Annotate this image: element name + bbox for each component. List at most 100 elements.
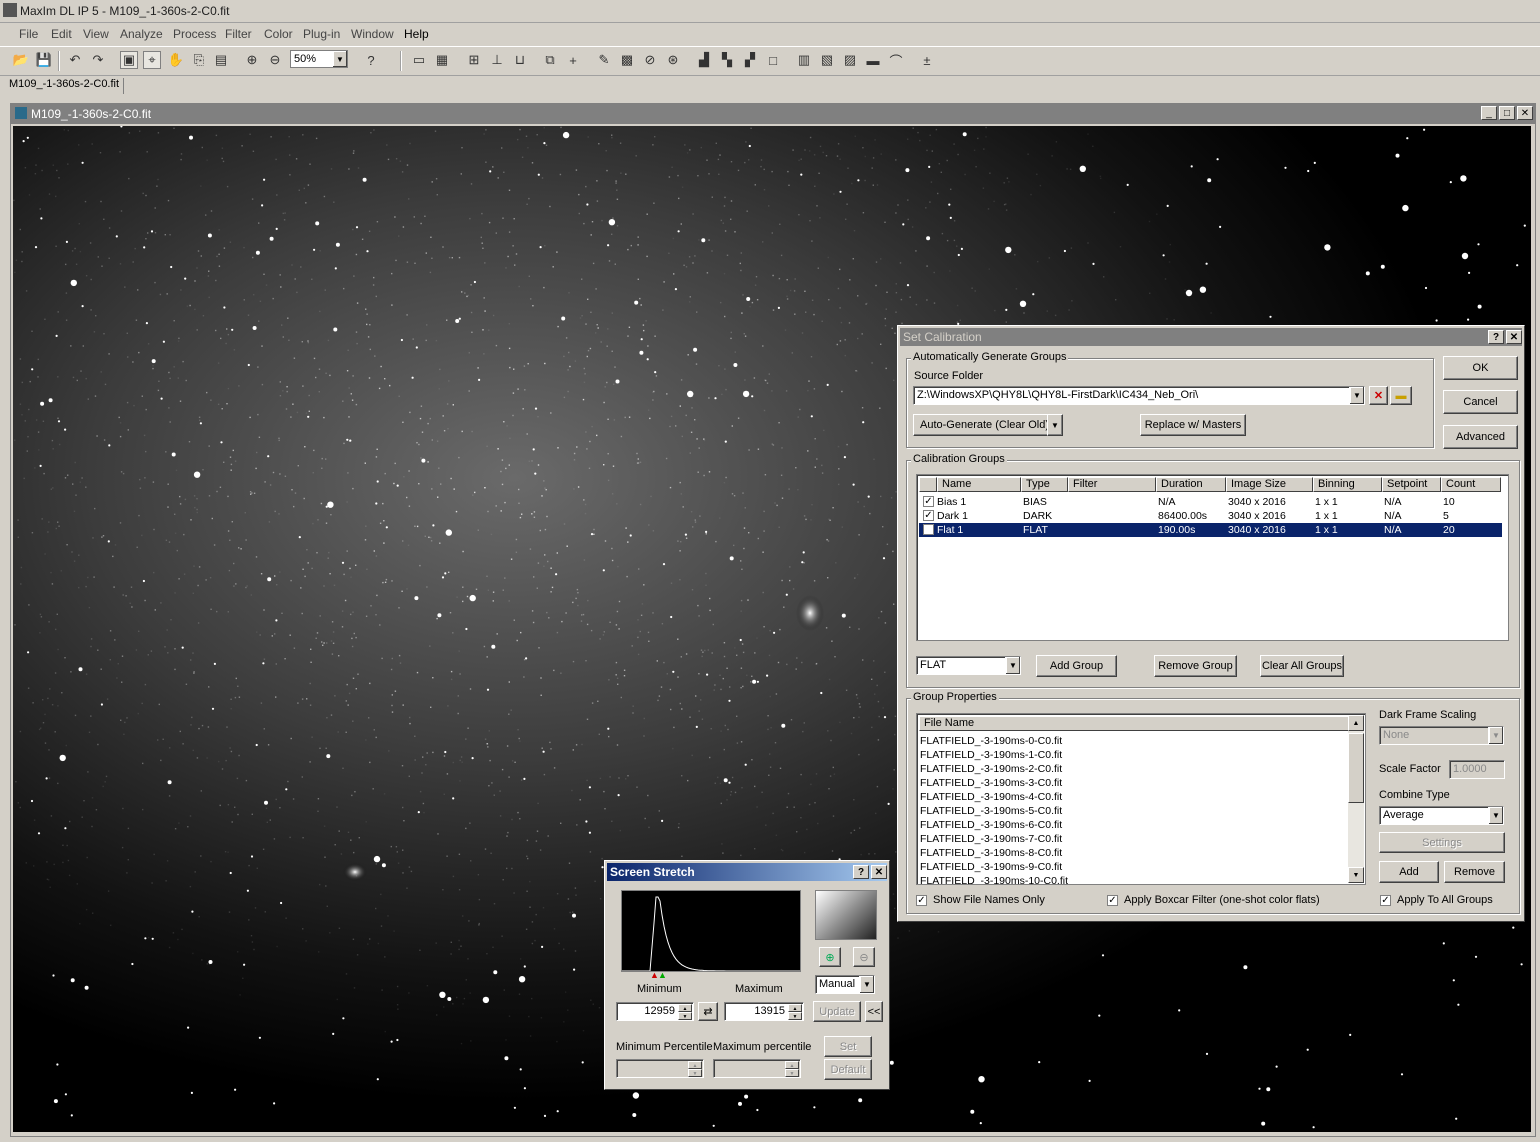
copy-icon[interactable]: ⧉ xyxy=(541,51,559,69)
view-image-icon[interactable]: ▣ xyxy=(120,51,138,69)
add-group-button[interactable]: Add Group xyxy=(1036,655,1117,677)
menu-file[interactable]: File xyxy=(19,27,38,41)
menu-process[interactable]: Process xyxy=(173,27,216,41)
max-percentile-spinner[interactable]: ▲ ▼ xyxy=(785,1061,799,1077)
cancel-button[interactable]: Cancel xyxy=(1443,390,1518,414)
dark-scaling-select[interactable]: None ▼ xyxy=(1379,726,1504,745)
file-list[interactable]: File Name FLATFIELD_-3-190ms-0-C0.fit FLA… xyxy=(916,713,1366,885)
maximize-icon[interactable]: □ xyxy=(1499,106,1515,120)
column-header-setpoint[interactable]: Setpoint xyxy=(1382,477,1441,492)
chevron-down-icon[interactable]: ▼ xyxy=(332,51,347,67)
filter-circle-icon[interactable]: ⊘ xyxy=(641,51,659,69)
chevron-down-icon[interactable]: ▼ xyxy=(1047,414,1063,436)
document-tab[interactable]: M109_-1-360s-2-C0.fit xyxy=(5,78,125,94)
resize-icon[interactable]: ▚ xyxy=(718,51,736,69)
combine-icon[interactable]: ⊔ xyxy=(511,51,529,69)
boxcar-checkbox[interactable]: ✓ xyxy=(1107,895,1118,906)
column-header-check[interactable] xyxy=(919,477,937,492)
scroll-down-icon[interactable]: ▼ xyxy=(1348,867,1364,883)
bin-icon[interactable]: ▞ xyxy=(741,51,759,69)
group-enabled-checkbox[interactable]: ✓ xyxy=(923,496,934,507)
zoom-in-icon[interactable]: ⊕ xyxy=(819,947,841,967)
clear-all-groups-button[interactable]: Clear All Groups xyxy=(1260,655,1344,677)
file-list-item[interactable]: FLATFIELD_-3-190ms-6-C0.fit xyxy=(919,818,1345,832)
max-marker-icon[interactable]: ▲ xyxy=(658,970,667,980)
group-enabled-checkbox[interactable]: ✓ xyxy=(923,524,934,535)
menu-view[interactable]: View xyxy=(83,27,109,41)
calibration-group-row[interactable]: ✓ Bias 1 BIAS N/A 3040 x 2016 1 x 1 N/A 10 xyxy=(919,495,1502,509)
browse-folder-icon[interactable]: ▬ xyxy=(1390,386,1412,405)
default-button[interactable]: Default xyxy=(824,1059,872,1080)
minimize-icon[interactable]: _ xyxy=(1481,106,1497,120)
advanced-button[interactable]: Advanced xyxy=(1443,425,1518,449)
crosshair-icon[interactable]: + xyxy=(564,51,582,69)
column-header-binning[interactable]: Binning xyxy=(1313,477,1382,492)
calibrate-icon[interactable]: ⊞ xyxy=(465,51,483,69)
update-button[interactable]: Update xyxy=(813,1001,861,1022)
chevron-down-icon[interactable]: ▼ xyxy=(1005,657,1020,674)
swap-icon[interactable]: ⇄ xyxy=(698,1002,718,1021)
file-list-item[interactable]: FLATFIELD_-3-190ms-1-C0.fit xyxy=(919,748,1345,762)
maximum-input[interactable]: 13915 ▲ ▼ xyxy=(724,1002,804,1021)
minimum-input[interactable]: 12959 ▲ ▼ xyxy=(616,1002,694,1021)
file-list-item[interactable]: FLATFIELD_-3-190ms-5-C0.fit xyxy=(919,804,1345,818)
close-icon[interactable]: ✕ xyxy=(1506,330,1522,344)
group-type-select[interactable]: FLAT ▼ xyxy=(916,656,1021,675)
column-header-duration[interactable]: Duration xyxy=(1156,477,1226,492)
file-list-item[interactable]: FLATFIELD_-3-190ms-10-C0.fit xyxy=(919,874,1345,884)
auto-generate-button[interactable]: Auto-Generate (Clear Old) xyxy=(913,414,1063,436)
calibration-group-row[interactable]: ✓ Flat 1 FLAT 190.00s 3040 x 2016 1 x 1 N/A 20 xyxy=(919,523,1502,537)
source-folder-combo[interactable]: Z:\WindowsXP\QHY8L\QHY8L-FirstDark\IC434… xyxy=(913,386,1365,405)
file-list-item[interactable]: FLATFIELD_-3-190ms-3-C0.fit xyxy=(919,776,1345,790)
menu-help[interactable]: Help xyxy=(404,27,429,41)
combine-type-select[interactable]: Average ▼ xyxy=(1379,806,1504,825)
menu-plugin[interactable]: Plug-in xyxy=(303,27,340,41)
column-header-type[interactable]: Type xyxy=(1021,477,1068,492)
compare-icon[interactable]: ▧ xyxy=(818,51,836,69)
column-header-filter[interactable]: Filter xyxy=(1068,477,1156,492)
file-list-item[interactable]: FLATFIELD_-3-190ms-9-C0.fit xyxy=(919,860,1345,874)
column-header-count[interactable]: Count xyxy=(1441,477,1501,492)
file-list-item[interactable]: FLATFIELD_-3-190ms-7-C0.fit xyxy=(919,832,1345,846)
select-icon[interactable]: ⌖ xyxy=(143,51,161,69)
file-list-item[interactable]: FLATFIELD_-3-190ms-2-C0.fit xyxy=(919,762,1345,776)
crop-icon[interactable]: ⎘ xyxy=(190,51,208,69)
file-list-item[interactable]: FLATFIELD_-3-190ms-8-C0.fit xyxy=(919,846,1345,860)
min-percentile-input[interactable]: ▲ ▼ xyxy=(616,1059,704,1078)
pan-hand-icon[interactable]: ✋ xyxy=(167,51,185,69)
chevron-down-icon[interactable]: ▼ xyxy=(1349,387,1364,404)
histogram[interactable] xyxy=(621,890,801,972)
replace-masters-button[interactable]: Replace w/ Masters xyxy=(1140,414,1246,436)
undo-icon[interactable]: ↶ xyxy=(66,51,84,69)
collapse-button[interactable]: << xyxy=(865,1001,883,1022)
chevron-down-icon[interactable]: ▼ xyxy=(1488,807,1503,824)
layout-icon[interactable]: ▥ xyxy=(795,51,813,69)
set-button[interactable]: Set xyxy=(824,1036,872,1057)
histogram-icon[interactable]: ▟ xyxy=(695,51,713,69)
info-icon[interactable]: ▤ xyxy=(212,51,230,69)
clear-folder-icon[interactable]: ✕ xyxy=(1369,386,1388,405)
zoom-out-icon[interactable]: ⊖ xyxy=(266,51,284,69)
max-percentile-input[interactable]: ▲ ▼ xyxy=(713,1059,801,1078)
menu-color[interactable]: Color xyxy=(264,27,293,41)
curve-icon[interactable]: ⌒ xyxy=(887,51,905,69)
min-percentile-spinner[interactable]: ▲ ▼ xyxy=(688,1061,702,1077)
stack-icon[interactable]: ▦ xyxy=(433,51,451,69)
minimum-spinner[interactable]: ▲ ▼ xyxy=(678,1004,692,1020)
menu-analyze[interactable]: Analyze xyxy=(120,27,163,41)
grid-icon[interactable]: ▩ xyxy=(618,51,636,69)
menu-window[interactable]: Window xyxy=(351,27,394,41)
filter-circle-2-icon[interactable]: ⊛ xyxy=(664,51,682,69)
show-names-checkbox[interactable]: ✓ xyxy=(916,895,927,906)
group-enabled-checkbox[interactable]: ✓ xyxy=(923,510,934,521)
menu-filter[interactable]: Filter xyxy=(225,27,252,41)
pixel-math-icon[interactable]: ± xyxy=(918,51,936,69)
add-file-button[interactable]: Add xyxy=(1379,861,1439,883)
stretch-titlebar[interactable]: Screen Stretch ? ✕ xyxy=(607,863,887,881)
ruler-icon[interactable]: ▭ xyxy=(410,51,428,69)
open-icon[interactable]: 📂 xyxy=(12,51,30,69)
save-icon[interactable]: 💾 xyxy=(35,51,53,69)
help-icon[interactable]: ? xyxy=(1488,330,1504,344)
zoom-select[interactable]: 50% ▼ xyxy=(290,50,348,68)
calibration-titlebar[interactable]: Set Calibration ? ✕ xyxy=(900,328,1522,346)
